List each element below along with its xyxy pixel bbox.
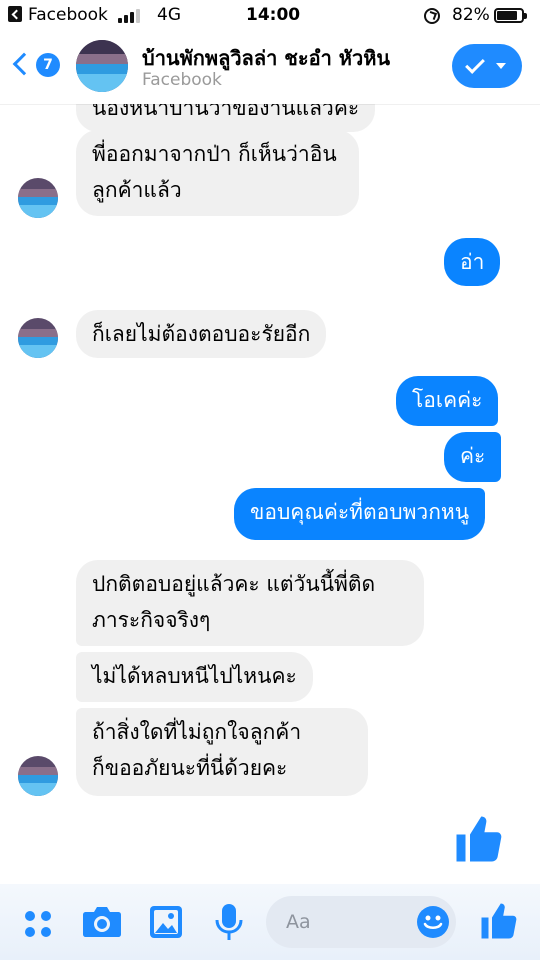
message-bubble[interactable]: ปกติตอบอยู่แล้วคะ แต่วันนี้พี่ติด ภาระกิ… (76, 560, 424, 646)
message-bubble[interactable]: ไม่ได้หลบหนีไปไหนคะ (76, 652, 313, 702)
message-input[interactable] (286, 908, 406, 936)
message-text: ปกติตอบอยู่แล้วคะ แต่วันนี้พี่ติด (92, 572, 376, 596)
back-to-app-icon[interactable] (8, 6, 22, 22)
message-text: อ่า (460, 250, 485, 274)
battery-icon (494, 8, 527, 23)
message-bubble[interactable]: น้องหน้าบ้านว่าของานแล้วค่ะ (76, 104, 376, 132)
avatar[interactable] (76, 40, 128, 92)
message-bubble[interactable]: ถ้าสิ่งใดที่ไม่ถูกใจลูกค้า ก็ขออภัยนะที่… (76, 708, 368, 796)
sender-avatar (18, 756, 58, 796)
microphone-icon[interactable] (214, 902, 244, 946)
message-bubble[interactable]: อ่า (444, 238, 501, 286)
network-type: 4G (157, 5, 181, 25)
message-text: ก็เลยไม่ต้องตอบอะรัยอีก (92, 322, 311, 346)
message-bubble[interactable]: ก็เลยไม่ต้องตอบอะรัยอีก (76, 310, 327, 358)
sent-like-icon[interactable] (452, 812, 506, 866)
grid-dots-icon[interactable] (22, 908, 54, 944)
check-icon (465, 54, 485, 74)
caret-down-icon (496, 63, 506, 69)
camera-icon[interactable] (82, 904, 122, 944)
chevron-left-icon (12, 52, 36, 76)
message-text: ไม่ได้หลบหนีไปไหนคะ (92, 664, 297, 688)
message-bubble[interactable]: ค่ะ (444, 432, 502, 482)
message-bubble[interactable]: ขอบคุณค่ะที่ตอบพวกหนู (234, 488, 486, 540)
thumbs-up-icon[interactable] (478, 900, 520, 946)
sender-avatar (18, 318, 58, 358)
message-text: น้องหน้าบ้านว่าของานแล้วค่ะ (92, 104, 360, 120)
message-input-container[interactable] (266, 896, 456, 948)
message-text: ค่ะ (460, 444, 486, 468)
message-text: ถ้าสิ่งใดที่ไม่ถูกใจลูกค้า (92, 720, 302, 744)
battery-level (497, 11, 517, 20)
message-text: ก็ขออภัยนะที่นี่ด้วยคะ (92, 756, 288, 780)
message-text: พี่ออกมาจากป่า ก็เห็นว่าอิน (92, 142, 337, 166)
conversation-header: 7 บ้านพักพลูวิลล่า ชะอำ หัวหิน Facebook (0, 30, 540, 104)
message-list[interactable]: น้องหน้าบ้านว่าของานแล้วค่ะ พี่ออกมาจากป… (0, 104, 540, 884)
message-text: ภาระกิจจริงๆ (92, 608, 211, 632)
image-icon[interactable] (148, 904, 184, 944)
composer-bar (0, 884, 540, 960)
message-text: โอเคค่ะ (412, 388, 483, 412)
rotation-lock-icon (424, 8, 440, 24)
message-bubble[interactable]: พี่ออกมาจากป่า ก็เห็นว่าอิน ลูกค้าแล้ว (76, 130, 359, 216)
clock: 14:00 (246, 5, 301, 25)
status-bar: Facebook 4G 14:00 82% (0, 0, 540, 30)
conversation-subtitle: Facebook (142, 70, 222, 90)
back-button[interactable]: 7 (12, 52, 60, 82)
message-text: ขอบคุณค่ะที่ตอบพวกหนู (250, 500, 470, 524)
battery-percent: 82% (452, 5, 490, 25)
mark-done-button[interactable] (452, 44, 522, 88)
unread-badge: 7 (36, 53, 60, 77)
signal-icon (118, 9, 144, 23)
sender-avatar (18, 178, 58, 218)
message-text: ลูกค้าแล้ว (92, 178, 182, 202)
message-bubble[interactable]: โอเคค่ะ (396, 376, 499, 426)
back-to-app-label[interactable]: Facebook (28, 5, 108, 25)
smiley-icon[interactable] (416, 905, 450, 939)
